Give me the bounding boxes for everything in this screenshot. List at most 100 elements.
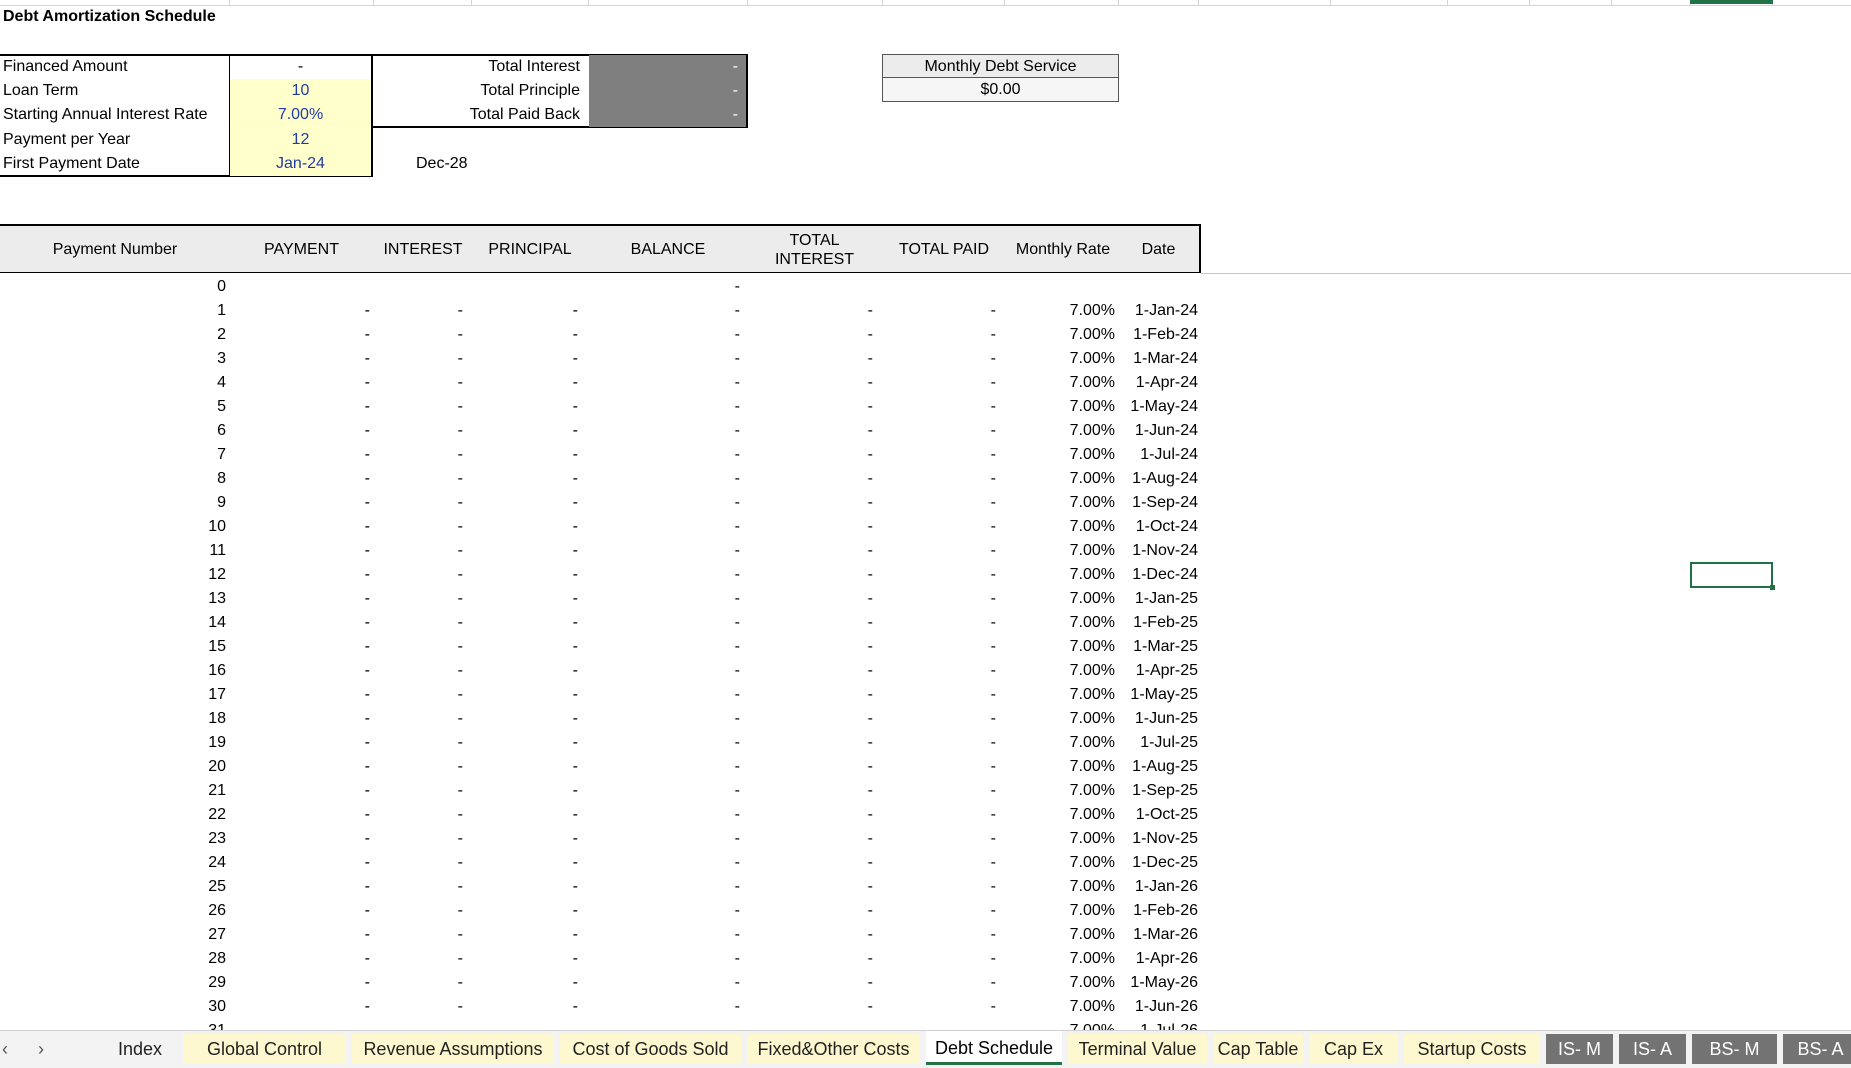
date-cell[interactable]: 1-May-25	[1118, 685, 1198, 707]
date-cell[interactable]: 1-Oct-24	[1118, 517, 1198, 539]
interest-cell[interactable]: -	[400, 541, 463, 563]
total-interest-cell[interactable]: -	[830, 901, 873, 923]
date-cell[interactable]: 1-Jan-24	[1118, 301, 1198, 323]
payment-number-cell[interactable]: 20	[130, 757, 226, 779]
payment-cell[interactable]: -	[300, 757, 370, 779]
payment-number-cell[interactable]: 27	[130, 925, 226, 947]
col-payment-number[interactable]: Payment Number	[0, 226, 230, 273]
balance-cell[interactable]: -	[700, 757, 740, 779]
monthly-rate-cell[interactable]: 7.00%	[1020, 997, 1115, 1019]
total-paid-cell[interactable]: -	[950, 685, 996, 707]
payment-cell[interactable]: -	[300, 589, 370, 611]
date-cell[interactable]: 1-Aug-25	[1118, 757, 1198, 779]
principal-cell[interactable]: -	[512, 805, 578, 827]
principal-cell[interactable]: -	[512, 757, 578, 779]
financed-amount-value[interactable]: -	[230, 55, 371, 79]
total-paid-cell[interactable]: -	[950, 877, 996, 899]
interest-cell[interactable]: -	[400, 589, 463, 611]
date-cell[interactable]: 1-Apr-25	[1118, 661, 1198, 683]
interest-cell[interactable]: -	[400, 925, 463, 947]
balance-cell[interactable]: -	[700, 565, 740, 587]
date-cell[interactable]: 1-Feb-25	[1118, 613, 1198, 635]
principal-cell[interactable]: -	[512, 613, 578, 635]
monthly-rate-cell[interactable]: 7.00%	[1020, 781, 1115, 803]
monthly-rate-cell[interactable]: 7.00%	[1020, 517, 1115, 539]
date-cell[interactable]: 1-Mar-26	[1118, 925, 1198, 947]
balance-cell[interactable]: -	[700, 661, 740, 683]
total-paid-cell[interactable]: -	[950, 565, 996, 587]
payment-cell[interactable]: -	[300, 493, 370, 515]
payment-cell[interactable]: -	[300, 661, 370, 683]
tab-index[interactable]: Index	[103, 1034, 177, 1064]
principal-cell[interactable]: -	[512, 925, 578, 947]
monthly-rate-cell[interactable]: 7.00%	[1020, 661, 1115, 683]
payment-cell[interactable]: -	[300, 973, 370, 995]
date-cell[interactable]: 1-Nov-25	[1118, 829, 1198, 851]
total-paid-cell[interactable]: -	[950, 925, 996, 947]
balance-cell[interactable]: -	[700, 877, 740, 899]
tab-fixed-other-costs[interactable]: Fixed&Other Costs	[747, 1034, 920, 1064]
principal-cell[interactable]: -	[512, 733, 578, 755]
first-payment-date-value[interactable]: Jan-24	[230, 152, 371, 176]
balance-cell[interactable]: -	[700, 853, 740, 875]
balance-cell[interactable]: -	[700, 397, 740, 419]
interest-cell[interactable]: -	[400, 637, 463, 659]
principal-cell[interactable]: -	[512, 949, 578, 971]
date-cell[interactable]: 1-Nov-24	[1118, 541, 1198, 563]
principal-cell[interactable]: -	[512, 469, 578, 491]
payment-number-cell[interactable]: 18	[130, 709, 226, 731]
payment-cell[interactable]: -	[300, 853, 370, 875]
interest-cell[interactable]: -	[400, 517, 463, 539]
balance-cell[interactable]: -	[700, 445, 740, 467]
payment-number-cell[interactable]: 31	[130, 1021, 226, 1030]
date-cell[interactable]: 1-Oct-25	[1118, 805, 1198, 827]
date-cell[interactable]: 1-Dec-24	[1118, 565, 1198, 587]
date-cell[interactable]: 1-Apr-26	[1118, 949, 1198, 971]
balance-cell[interactable]: -	[700, 469, 740, 491]
principal-cell[interactable]: -	[512, 541, 578, 563]
monthly-rate-cell[interactable]: 7.00%	[1020, 1021, 1115, 1030]
total-paid-cell[interactable]: -	[950, 613, 996, 635]
total-paid-back-value[interactable]: -	[589, 103, 746, 127]
interest-cell[interactable]: -	[400, 613, 463, 635]
col-principal[interactable]: PRINCIPAL	[473, 226, 587, 273]
balance-cell[interactable]: -	[700, 805, 740, 827]
total-paid-cell[interactable]: -	[950, 421, 996, 443]
principal-cell[interactable]: -	[512, 421, 578, 443]
interest-cell[interactable]: -	[400, 901, 463, 923]
total-paid-cell[interactable]: -	[950, 493, 996, 515]
total-paid-cell[interactable]: -	[950, 949, 996, 971]
interest-cell[interactable]: -	[400, 685, 463, 707]
payment-cell[interactable]: -	[300, 781, 370, 803]
balance-cell[interactable]: -	[700, 589, 740, 611]
monthly-rate-cell[interactable]: 7.00%	[1020, 757, 1115, 779]
balance-cell[interactable]: -	[700, 373, 740, 395]
payment-cell[interactable]: -	[300, 301, 370, 323]
interest-cell[interactable]: -	[400, 829, 463, 851]
total-interest-cell[interactable]: -	[830, 685, 873, 707]
monthly-rate-cell[interactable]: 7.00%	[1020, 493, 1115, 515]
monthly-rate-cell[interactable]: 7.00%	[1020, 349, 1115, 371]
interest-cell[interactable]: -	[400, 421, 463, 443]
principal-cell[interactable]: -	[512, 349, 578, 371]
interest-cell[interactable]: -	[400, 469, 463, 491]
selected-cell[interactable]	[1690, 562, 1775, 590]
payment-number-cell[interactable]: 26	[130, 901, 226, 923]
payment-number-cell[interactable]: 19	[130, 733, 226, 755]
payment-cell[interactable]: -	[300, 637, 370, 659]
total-interest-cell[interactable]: -	[830, 805, 873, 827]
date-cell[interactable]: 1-Aug-24	[1118, 469, 1198, 491]
payment-cell[interactable]: -	[300, 805, 370, 827]
total-paid-cell[interactable]: -	[950, 805, 996, 827]
next-sheet-icon[interactable]: ›	[38, 1034, 44, 1064]
tab-is-a[interactable]: IS- A	[1619, 1034, 1686, 1064]
tab-debt-schedule[interactable]: Debt Schedule	[926, 1031, 1062, 1065]
prev-sheet-icon[interactable]: ‹	[2, 1034, 8, 1064]
total-interest-cell[interactable]: -	[830, 661, 873, 683]
balance-cell[interactable]: -	[700, 973, 740, 995]
balance-cell[interactable]: -	[700, 949, 740, 971]
date-cell[interactable]: 1-Jul-24	[1118, 445, 1198, 467]
total-interest-cell[interactable]: -	[830, 733, 873, 755]
payment-number-cell[interactable]: 15	[130, 637, 226, 659]
date-cell[interactable]: 1-Apr-24	[1118, 373, 1198, 395]
